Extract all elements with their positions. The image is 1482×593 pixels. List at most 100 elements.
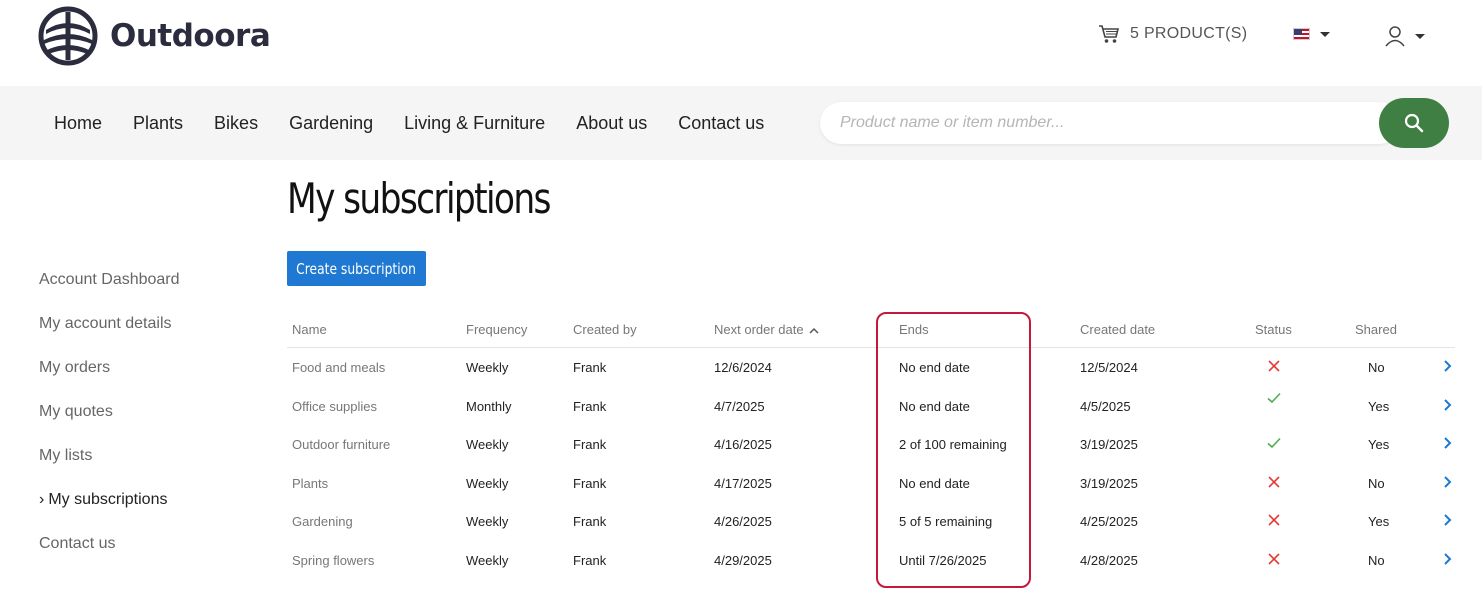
sidebar-item-label: My account details (39, 315, 172, 332)
table-row[interactable]: Gardening Weekly Frank 4/26/2025 5 of 5 rema… (287, 502, 1455, 541)
cell-created-by: Frank (573, 475, 607, 491)
cell-created-by: Frank (573, 437, 607, 453)
nav-item-bikes[interactable]: Bikes (214, 113, 258, 134)
table-row[interactable]: Office supplies Monthly Frank 4/7/2025 No en… (287, 387, 1455, 426)
table-body: Food and meals Weekly Frank 12/6/2024 No end… (287, 348, 1455, 580)
table-row[interactable]: Plants Weekly Frank 4/17/2025 No end date 3/1… (287, 464, 1455, 503)
chevron-right-icon[interactable] (1439, 551, 1455, 567)
cell-shared: No (1368, 360, 1385, 375)
nav-item-living-furniture[interactable]: Living & Furniture (404, 113, 545, 134)
sidebar-item-account-dashboard[interactable]: Account Dashboard (39, 268, 180, 312)
cell-shared: Yes (1368, 437, 1390, 453)
cell-created-date: 3/19/2025 (1080, 475, 1138, 491)
cell-next-order-date: 4/29/2025 (714, 552, 772, 568)
cell-next-order-date: 4/17/2025 (714, 475, 772, 491)
sidebar-item-orders[interactable]: My orders (39, 356, 180, 400)
site-header: Outdoora 5 PRODUCT(S) (0, 0, 1482, 86)
nav-item-about-us[interactable]: About us (576, 113, 647, 134)
table-header: Name Frequency Created by Next order dat… (287, 310, 1455, 348)
language-selector[interactable] (1293, 28, 1330, 40)
cart-link[interactable]: 5 PRODUCT(S) (1098, 24, 1247, 44)
column-header-status[interactable]: Status (1255, 322, 1292, 337)
status-inactive-x-icon (1266, 512, 1282, 528)
cell-shared: No (1368, 552, 1385, 568)
user-icon (1385, 26, 1405, 47)
nav-item-gardening[interactable]: Gardening (289, 113, 373, 134)
brand-logo[interactable]: Outdoora (38, 6, 271, 66)
cell-created-by: Frank (573, 514, 607, 530)
account-sidebar: Account Dashboard My account details My … (39, 268, 180, 576)
cell-created-date: 4/5/2025 (1080, 398, 1131, 414)
cell-frequency: Weekly (466, 437, 509, 453)
create-subscription-label: Create subscription (296, 259, 417, 278)
chevron-right-icon[interactable] (1439, 397, 1455, 413)
chevron-down-icon (1415, 33, 1425, 39)
tree-logo-icon (38, 6, 98, 66)
cell-frequency: Weekly (466, 360, 509, 375)
column-header-shared[interactable]: Shared (1355, 322, 1397, 337)
column-header-name[interactable]: Name (292, 322, 327, 337)
cart-count-label: 5 PRODUCT(S) (1130, 25, 1248, 42)
sidebar-item-quotes[interactable]: My quotes (39, 400, 180, 444)
search-icon (1404, 113, 1424, 133)
chevron-down-icon (1320, 31, 1330, 37)
cell-created-date: 4/28/2025 (1080, 552, 1138, 568)
cell-created-by: Frank (573, 398, 607, 414)
nav-item-contact-us[interactable]: Contact us (678, 113, 764, 134)
search-input[interactable] (820, 102, 1360, 144)
cell-frequency: Weekly (466, 552, 509, 568)
sidebar-item-label: My subscriptions (48, 491, 168, 508)
cell-shared: No (1368, 475, 1385, 491)
sidebar-item-label: My orders (39, 359, 111, 376)
brand-name: Outdoora (110, 18, 271, 54)
column-header-created-by[interactable]: Created by (573, 322, 637, 337)
nav-item-home[interactable]: Home (54, 113, 102, 134)
table-row[interactable]: Outdoor furniture Weekly Frank 4/16/2025 2 o… (287, 425, 1455, 464)
cell-next-order-date: 4/26/2025 (714, 514, 772, 530)
sidebar-item-lists[interactable]: My lists (39, 444, 180, 488)
cell-created-date: 3/19/2025 (1080, 437, 1138, 453)
chevron-right-icon[interactable] (1439, 474, 1455, 490)
cell-frequency: Weekly (466, 475, 509, 491)
cell-name: Spring flowers (292, 552, 375, 568)
column-header-frequency[interactable]: Frequency (466, 322, 527, 337)
cell-next-order-date: 12/6/2024 (714, 360, 772, 375)
sidebar-item-label: My quotes (39, 403, 113, 420)
status-active-check-icon (1266, 435, 1282, 451)
sidebar-item-label: My lists (39, 447, 93, 464)
cell-next-order-date: 4/7/2025 (714, 398, 765, 414)
cell-name: Gardening (292, 514, 353, 530)
create-subscription-button[interactable]: Create subscription (287, 251, 426, 286)
search-button[interactable] (1379, 98, 1449, 148)
table-row[interactable]: Food and meals Weekly Frank 12/6/2024 No end… (287, 348, 1455, 387)
cell-frequency: Monthly (466, 398, 512, 414)
cell-created-by: Frank (573, 360, 607, 375)
search-box (820, 102, 1400, 144)
account-menu[interactable] (1385, 25, 1425, 47)
main-nav-bar: Home Plants Bikes Gardening Living & Fur… (0, 86, 1482, 160)
cell-name: Food and meals (292, 360, 386, 375)
status-active-check-icon (1266, 390, 1282, 406)
chevron-right-icon[interactable] (1439, 358, 1455, 374)
sidebar-item-account-details[interactable]: My account details (39, 312, 180, 356)
chevron-right-icon[interactable] (1439, 435, 1455, 451)
subscriptions-table: Name Frequency Created by Next order dat… (287, 310, 1455, 580)
active-marker-icon: › (39, 491, 45, 508)
status-inactive-x-icon (1266, 358, 1282, 374)
chevron-right-icon[interactable] (1439, 512, 1455, 528)
column-header-next-order-date[interactable]: Next order date (714, 322, 819, 337)
status-inactive-x-icon (1266, 551, 1282, 567)
sidebar-item-label: Account Dashboard (39, 271, 180, 288)
cell-name: Outdoor furniture (292, 437, 391, 453)
cell-created-date: 4/25/2025 (1080, 514, 1138, 530)
column-header-created-date[interactable]: Created date (1080, 322, 1155, 337)
sidebar-item-subscriptions[interactable]: › My subscriptions (39, 488, 180, 532)
page-title: My subscriptions (287, 174, 551, 223)
nav-item-plants[interactable]: Plants (133, 113, 183, 134)
cell-frequency: Weekly (466, 514, 509, 530)
table-row[interactable]: Spring flowers Weekly Frank 4/29/2025 Until … (287, 541, 1455, 580)
us-flag-icon (1293, 28, 1310, 40)
sidebar-item-contact-us[interactable]: Contact us (39, 532, 180, 576)
status-inactive-x-icon (1266, 474, 1282, 490)
column-header-label: Next order date (714, 322, 804, 337)
